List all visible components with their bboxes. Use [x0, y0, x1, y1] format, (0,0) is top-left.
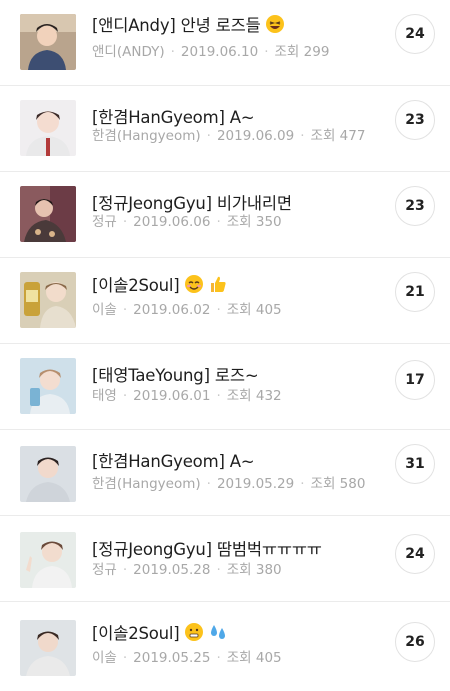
post-title: [정규JeongGyu] 땀범벅ㅠㅠㅠㅠ: [92, 540, 322, 559]
author: 한겸(Hangyeom): [92, 128, 201, 144]
list-item[interactable]: [정규JeongGyu] 비가내리면 정규 · 2019.06.06 · 조회 350 …: [0, 172, 450, 258]
post-meta: 한겸(Hangyeom) · 2019.05.29 · 조회 580: [92, 476, 366, 492]
list-item[interactable]: [한겸HanGyeom] A~ 한겸(Hangyeom) · 2019.05.29 ·…: [0, 430, 450, 516]
post-title: [태영TaeYoung] 로즈~: [92, 366, 259, 385]
thumbnail: [20, 532, 76, 588]
date: 2019.06.10: [180, 44, 259, 60]
date: 2019.06.01: [133, 388, 211, 404]
view-count: 조회 405: [226, 302, 282, 318]
post-title: [앤디Andy] 안녕 로즈들: [92, 12, 285, 38]
post-meta: 이솔 · 2019.05.25 · 조회 405: [92, 650, 282, 666]
post-title: [이솔2Soul]: [92, 620, 228, 646]
thumbnail: [20, 620, 76, 676]
sweat-droplets-icon: [208, 622, 228, 646]
author: 정규: [92, 562, 117, 578]
view-count: 조회 477: [310, 128, 366, 144]
list-item[interactable]: [앤디Andy] 안녕 로즈들 앤디(ANDY) · 2019.06.10 · 조회 2…: [0, 0, 450, 86]
date: 2019.05.25: [133, 650, 211, 666]
comment-count[interactable]: 31: [395, 444, 435, 484]
date: 2019.05.28: [133, 562, 211, 578]
thumbs-up-icon: [208, 274, 228, 298]
comment-count[interactable]: 17: [395, 360, 435, 400]
comment-count[interactable]: 24: [395, 534, 435, 574]
post-meta: 정규 · 2019.06.06 · 조회 350: [92, 214, 282, 230]
laughing-face-icon: [265, 14, 285, 38]
date: 2019.06.09: [216, 128, 295, 144]
comment-count[interactable]: 26: [395, 622, 435, 662]
view-count: 조회 580: [310, 476, 366, 492]
list-item[interactable]: [태영TaeYoung] 로즈~ 태영 · 2019.06.01 · 조회 432 17: [0, 344, 450, 430]
author: 한겸(Hangyeom): [92, 476, 201, 492]
author: 이솔: [92, 650, 117, 666]
view-count: 조회 299: [274, 44, 330, 60]
post-meta: 정규 · 2019.05.28 · 조회 380: [92, 562, 282, 578]
date: 2019.06.02: [133, 302, 211, 318]
thumbnail: [20, 186, 76, 242]
thumbnail: [20, 272, 76, 328]
post-meta: 태영 · 2019.06.01 · 조회 432: [92, 388, 282, 404]
comment-count[interactable]: 21: [395, 272, 435, 312]
post-title: [한겸HanGyeom] A~: [92, 452, 255, 471]
view-count: 조회 380: [226, 562, 282, 578]
thumbnail: [20, 358, 76, 414]
author: 정규: [92, 214, 117, 230]
author: 이솔: [92, 302, 117, 318]
comment-count[interactable]: 24: [395, 14, 435, 54]
view-count: 조회 405: [226, 650, 282, 666]
smiling-face-icon: [184, 274, 204, 298]
list-item[interactable]: [정규JeongGyu] 땀범벅ㅠㅠㅠㅠ 정규 · 2019.05.28 · 조회 38…: [0, 516, 450, 602]
list-item[interactable]: [한겸HanGyeom] A~ 한겸(Hangyeom) · 2019.06.09 ·…: [0, 86, 450, 172]
view-count: 조회 350: [226, 214, 282, 230]
date: 2019.06.06: [133, 214, 211, 230]
grinning-face-icon: [184, 622, 204, 646]
author: 앤디(ANDY): [92, 44, 165, 60]
post-title: [이솔2Soul]: [92, 272, 228, 298]
view-count: 조회 432: [226, 388, 282, 404]
thumbnail: [20, 446, 76, 502]
post-list: [앤디Andy] 안녕 로즈들 앤디(ANDY) · 2019.06.10 · 조회 2…: [0, 0, 450, 691]
author: 태영: [92, 388, 117, 404]
post-meta: 한겸(Hangyeom) · 2019.06.09 · 조회 477: [92, 128, 366, 144]
list-item[interactable]: [이솔2Soul] 이솔 · 2019.06.02 · 조회 405 21: [0, 258, 450, 344]
thumbnail: [20, 14, 76, 70]
comment-count[interactable]: 23: [395, 100, 435, 140]
list-item[interactable]: [이솔2Soul] 이솔 · 2019.05.25 · 조회 405 26: [0, 602, 450, 688]
post-meta: 앤디(ANDY) · 2019.06.10 · 조회 299: [92, 44, 330, 60]
date: 2019.05.29: [216, 476, 295, 492]
thumbnail: [20, 100, 76, 156]
comment-count[interactable]: 23: [395, 186, 435, 226]
post-meta: 이솔 · 2019.06.02 · 조회 405: [92, 302, 282, 318]
